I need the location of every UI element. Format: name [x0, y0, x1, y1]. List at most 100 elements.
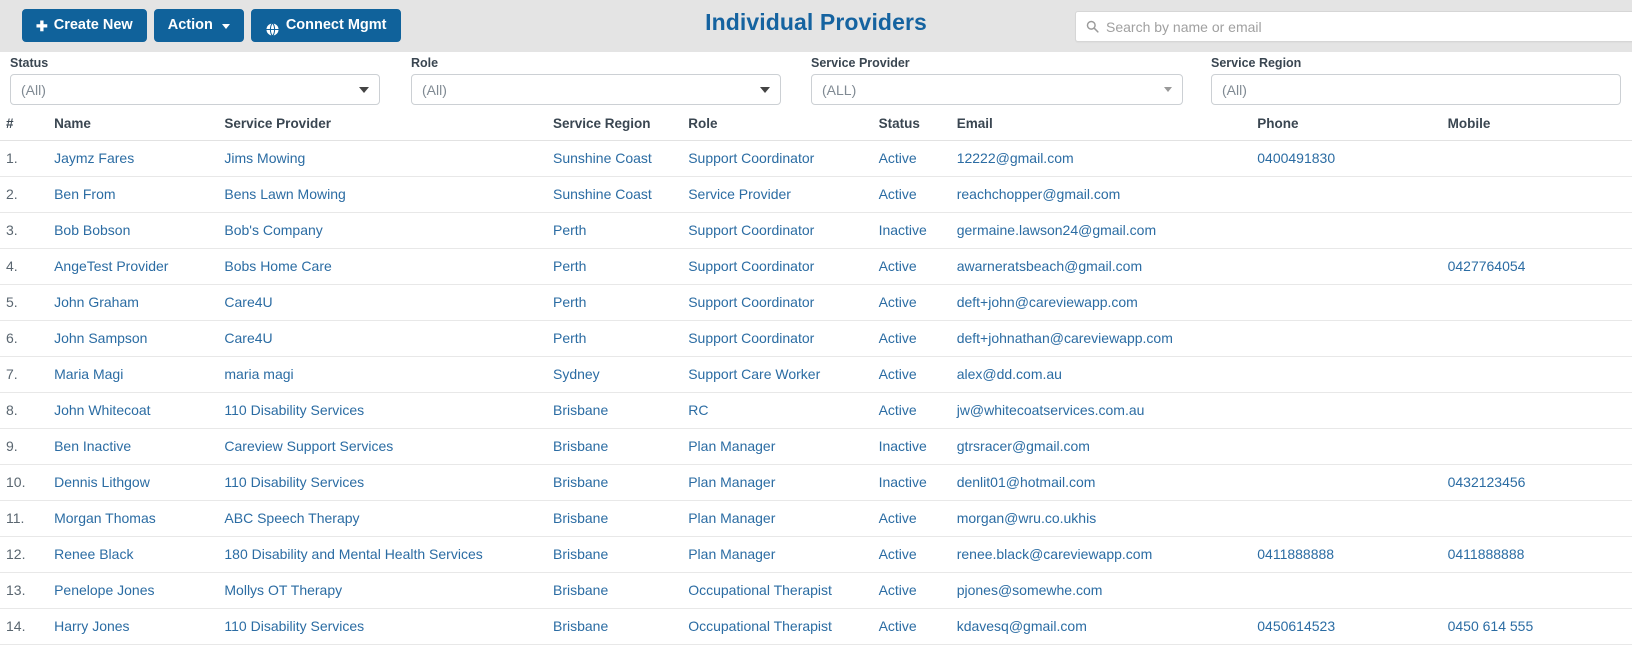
cell-service-provider-link[interactable]: Bob's Company [224, 222, 322, 238]
table-row[interactable]: 10. Dennis Lithgow 110 Disability Services… [0, 464, 1632, 501]
cell-name-link[interactable]: John Whitecoat [54, 402, 151, 418]
cell-status-link[interactable]: Inactive [879, 438, 927, 454]
cell-name-link[interactable]: AngeTest Provider [54, 258, 168, 274]
cell-role-link[interactable]: Support Coordinator [688, 258, 814, 274]
cell-name-link[interactable]: Morgan Thomas [54, 510, 156, 526]
cell-mobile-link[interactable]: 0427764054 [1448, 258, 1526, 274]
cell-status-link[interactable]: Active [879, 582, 917, 598]
cell-status-link[interactable]: Active [879, 258, 917, 274]
column-header-email[interactable]: Email [950, 109, 1252, 141]
table-row[interactable]: 3. Bob Bobson Bob's Company Perth Support Co… [0, 212, 1632, 249]
cell-name-link[interactable]: John Sampson [54, 330, 147, 346]
cell-service-provider-link[interactable]: Bobs Home Care [224, 258, 331, 274]
cell-role-link[interactable]: Support Coordinator [688, 222, 814, 238]
cell-service-region-link[interactable]: Brisbane [553, 546, 608, 562]
cell-status-link[interactable]: Inactive [879, 222, 927, 238]
cell-service-region-link[interactable]: Perth [553, 294, 586, 310]
cell-name-link[interactable]: Dennis Lithgow [54, 474, 150, 490]
cell-name-link[interactable]: Jaymz Fares [54, 150, 134, 166]
cell-mobile-link[interactable]: 0432123456 [1448, 474, 1526, 490]
cell-role-link[interactable]: Plan Manager [688, 474, 775, 490]
cell-service-provider-link[interactable]: maria magi [224, 366, 293, 382]
cell-email-link[interactable]: germaine.lawson24@gmail.com [957, 222, 1156, 238]
column-header-name[interactable]: Name [48, 109, 219, 141]
cell-mobile-link[interactable]: 0411888888 [1448, 546, 1525, 562]
cell-role-link[interactable]: Support Coordinator [688, 150, 814, 166]
table-row[interactable]: 6. John Sampson Care4U Perth Support Coordin… [0, 320, 1632, 357]
cell-name-link[interactable]: Ben Inactive [54, 438, 131, 454]
table-row[interactable]: 7. Maria Magi maria magi Sydney Support Care… [0, 356, 1632, 393]
action-dropdown-button[interactable]: Action [153, 9, 244, 42]
cell-email-link[interactable]: deft+johnathan@careviewapp.com [957, 330, 1173, 346]
cell-status-link[interactable]: Active [879, 186, 917, 202]
cell-service-region-link[interactable]: Brisbane [553, 438, 608, 454]
cell-service-region-link[interactable]: Sunshine Coast [553, 186, 652, 202]
table-row[interactable]: 8. John Whitecoat 110 Disability Services B… [0, 392, 1632, 429]
cell-status-link[interactable]: Active [879, 618, 917, 634]
connect-mgmt-button[interactable]: Connect Mgmt [250, 9, 401, 42]
cell-status-link[interactable]: Active [879, 330, 917, 346]
cell-service-provider-link[interactable]: Care4U [224, 294, 272, 310]
cell-email-link[interactable]: awarneratsbeach@gmail.com [957, 258, 1142, 274]
cell-name-link[interactable]: Harry Jones [54, 618, 129, 634]
create-new-button[interactable]: ✚ Create New [22, 9, 147, 42]
column-header-role[interactable]: Role [682, 109, 873, 141]
cell-role-link[interactable]: Occupational Therapist [688, 582, 832, 598]
cell-role-link[interactable]: RC [688, 402, 708, 418]
cell-name-link[interactable]: Bob Bobson [54, 222, 130, 238]
role-select[interactable]: (All) [411, 74, 781, 105]
cell-service-region-link[interactable]: Sydney [553, 366, 600, 382]
cell-email-link[interactable]: morgan@wru.co.ukhis [957, 510, 1097, 526]
table-row[interactable]: 9. Ben Inactive Careview Support Services B… [0, 428, 1632, 465]
cell-service-provider-link[interactable]: 110 Disability Services [224, 618, 364, 634]
cell-service-provider-link[interactable]: 110 Disability Services [224, 474, 364, 490]
cell-email-link[interactable]: denlit01@hotmail.com [957, 474, 1096, 490]
cell-role-link[interactable]: Support Coordinator [688, 330, 814, 346]
cell-email-link[interactable]: kdavesq@gmail.com [957, 618, 1087, 634]
cell-email-link[interactable]: reachchopper@gmail.com [957, 186, 1121, 202]
cell-service-provider-link[interactable]: Mollys OT Therapy [224, 582, 342, 598]
cell-email-link[interactable]: renee.black@careviewapp.com [957, 546, 1153, 562]
table-row[interactable]: 11. Morgan Thomas ABC Speech Therapy Brisba… [0, 500, 1632, 537]
status-select[interactable]: (All) [10, 74, 380, 105]
column-header-status[interactable]: Status [872, 109, 951, 141]
cell-name-link[interactable]: Ben From [54, 186, 115, 202]
column-header-index[interactable]: # [0, 109, 49, 141]
table-row[interactable]: 13. Penelope Jones Mollys OT Therapy Brisba… [0, 572, 1632, 609]
cell-phone-link[interactable]: 0400491830 [1257, 150, 1335, 166]
cell-status-link[interactable]: Active [879, 150, 917, 166]
cell-name-link[interactable]: Penelope Jones [54, 582, 154, 598]
cell-service-region-link[interactable]: Sunshine Coast [553, 150, 652, 166]
cell-service-provider-link[interactable]: 110 Disability Services [224, 402, 364, 418]
table-row[interactable]: 5. John Graham Care4U Perth Support Coordina… [0, 284, 1632, 321]
cell-service-provider-link[interactable]: Bens Lawn Mowing [224, 186, 345, 202]
cell-phone-link[interactable]: 0411888888 [1257, 546, 1334, 562]
cell-service-provider-link[interactable]: Care4U [224, 330, 272, 346]
cell-role-link[interactable]: Plan Manager [688, 438, 775, 454]
column-header-mobile[interactable]: Mobile [1441, 109, 1632, 141]
cell-service-region-link[interactable]: Brisbane [553, 582, 608, 598]
cell-role-link[interactable]: Service Provider [688, 186, 791, 202]
cell-role-link[interactable]: Occupational Therapist [688, 618, 832, 634]
cell-role-link[interactable]: Plan Manager [688, 510, 775, 526]
cell-service-region-link[interactable]: Brisbane [553, 618, 608, 634]
table-row[interactable]: 2. Ben From Bens Lawn Mowing Sunshine Coast… [0, 176, 1632, 213]
search-box[interactable] [1075, 11, 1632, 42]
cell-service-provider-link[interactable]: Careview Support Services [224, 438, 393, 454]
cell-role-link[interactable]: Plan Manager [688, 546, 775, 562]
cell-name-link[interactable]: Maria Magi [54, 366, 123, 382]
table-row[interactable]: 14. Harry Jones 110 Disability Services Bri… [0, 608, 1632, 645]
cell-service-provider-link[interactable]: 180 Disability and Mental Health Service… [224, 546, 482, 562]
cell-email-link[interactable]: alex@dd.com.au [957, 366, 1062, 382]
service-region-select[interactable]: (All) [1211, 74, 1621, 105]
cell-email-link[interactable]: gtrsracer@gmail.com [957, 438, 1090, 454]
column-header-service-provider[interactable]: Service Provider [218, 109, 547, 141]
cell-role-link[interactable]: Support Coordinator [688, 294, 814, 310]
cell-service-region-link[interactable]: Perth [553, 330, 586, 346]
search-input[interactable] [1104, 12, 1632, 41]
cell-service-region-link[interactable]: Brisbane [553, 474, 608, 490]
column-header-service-region[interactable]: Service Region [546, 109, 683, 141]
cell-service-region-link[interactable]: Brisbane [553, 402, 608, 418]
cell-service-provider-link[interactable]: ABC Speech Therapy [224, 510, 359, 526]
cell-email-link[interactable]: deft+john@careviewapp.com [957, 294, 1138, 310]
